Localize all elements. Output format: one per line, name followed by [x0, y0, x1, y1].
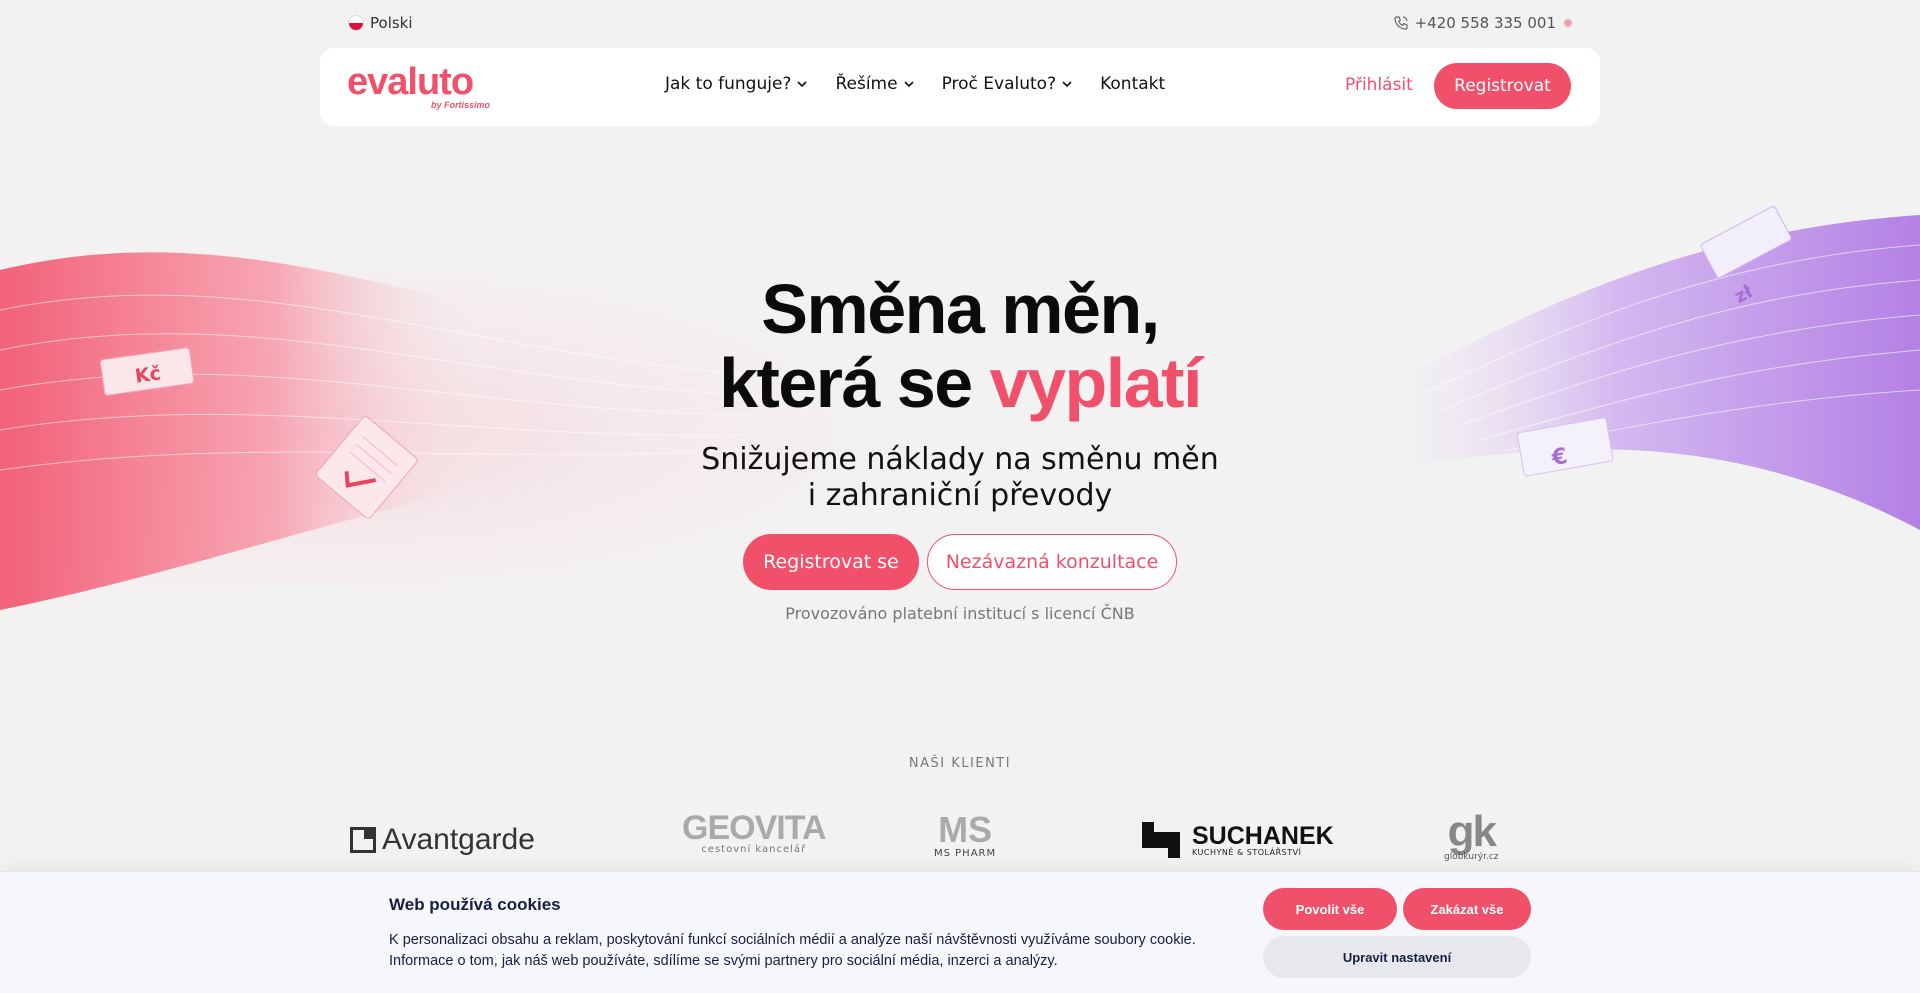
hero-cta-row: Registrovat se Nezávazná konzultace: [0, 534, 1920, 590]
avantgarde-name: Avantgarde: [382, 823, 535, 856]
evaluto-logo[interactable]: evaluto by Fortissimo: [347, 61, 492, 110]
hero-title-accent: vyplatí: [989, 344, 1203, 422]
nav-item-label: Jak to funguje?: [665, 74, 792, 94]
cookie-description: K personalizaci obsahu a reklam, poskyto…: [389, 932, 1196, 969]
nav-item-label: Proč Evaluto?: [941, 74, 1057, 94]
top-utility-bar: Polski +420 558 335 001: [0, 0, 1920, 46]
hero-subtitle: Snižujeme náklady na směnu měn i zahrani…: [0, 442, 1920, 514]
phone-contact[interactable]: +420 558 335 001: [1393, 14, 1572, 32]
language-switcher[interactable]: Polski: [348, 14, 413, 32]
consultation-cta-button[interactable]: Nezávazná konzultace: [927, 534, 1177, 590]
hero-title-line2-prefix: která se: [719, 344, 990, 422]
nav-item-contact[interactable]: Kontakt: [1100, 74, 1165, 94]
chevron-down-icon: [797, 81, 808, 88]
avantgarde-mark-icon: [350, 827, 376, 853]
hero-subtitle-line1: Snižujeme náklady na směnu měn: [701, 442, 1219, 477]
geovita-name: GEOVITA: [682, 809, 826, 847]
suchanek-tagline: KUCHYNĚ & STOLÁŘSTVÍ: [1192, 847, 1302, 857]
ms-pharm-name: MS PHARM: [934, 848, 997, 859]
edit-cookie-settings-button[interactable]: Upravit nastavení: [1263, 936, 1531, 978]
cookie-banner: Web používá cookies K personalizaci obsa…: [0, 871, 1920, 993]
phone-icon: [1393, 16, 1408, 30]
online-status-dot: [1564, 19, 1572, 27]
gk-mark: gk: [1447, 807, 1497, 856]
gk-domain: globkurýr.cz: [1444, 852, 1499, 862]
hero-subtitle-line2: i zahraniční převody: [807, 478, 1113, 513]
suchanek-mark-icon: [1142, 822, 1180, 858]
nav-item-solutions[interactable]: Řešíme: [835, 74, 914, 94]
geovita-tagline: cestovní kancelář: [701, 844, 807, 855]
ms-mark: MS: [938, 809, 993, 850]
client-logo-ms-pharm: MS MS PHARM: [934, 812, 996, 868]
allow-all-cookies-button[interactable]: Povolit vše: [1263, 888, 1397, 930]
hero-title-line1: Směna měn,: [761, 270, 1160, 348]
nav-item-label: Řešíme: [835, 74, 898, 94]
main-navigation: evaluto by Fortissimo Jak to funguje? Ře…: [320, 48, 1600, 126]
register-cta-button[interactable]: Registrovat se: [743, 534, 919, 590]
poland-flag-icon: [348, 15, 364, 31]
hero-title: Směna měn, která se vyplatí: [0, 272, 1920, 420]
clients-heading: NAŠI KLIENTI: [908, 756, 1012, 771]
phone-number: +420 558 335 001: [1414, 14, 1556, 32]
register-button[interactable]: Registrovat: [1434, 63, 1571, 109]
suchanek-name: SUCHANEK: [1192, 821, 1334, 850]
client-logo-geovita: GEOVITA cestovní kancelář: [682, 809, 826, 868]
cookie-title: Web používá cookies: [389, 895, 561, 914]
logo-byline: by Fortissimo: [430, 100, 490, 110]
hero-wave-decoration: [0, 150, 1920, 710]
deny-all-cookies-button[interactable]: Zakázat vše: [1403, 888, 1531, 930]
nav-item-why-evaluto[interactable]: Proč Evaluto?: [942, 74, 1073, 94]
client-logo-suchanek: SUCHANEK KUCHYNĚ & STOLÁŘSTVÍ: [1138, 812, 1334, 868]
nav-item-label: Kontakt: [1100, 74, 1166, 94]
language-label: Polski: [370, 14, 413, 32]
chevron-down-icon: [904, 81, 914, 88]
client-logo-globkuryr: gk globkurýr.cz: [1444, 807, 1499, 868]
nav-item-how-it-works[interactable]: Jak to funguje?: [665, 74, 808, 94]
chevron-down-icon: [1062, 81, 1072, 88]
nav-menu: Jak to funguje? Řešíme Proč Evaluto? Kon…: [665, 74, 1165, 94]
login-link[interactable]: Přihlásit: [1345, 75, 1413, 95]
logo-wordmark: evaluto: [347, 61, 474, 103]
client-logo-avantgarde: Avantgarde: [350, 812, 535, 868]
license-note: Provozováno platební institucí s licencí…: [785, 604, 1135, 623]
